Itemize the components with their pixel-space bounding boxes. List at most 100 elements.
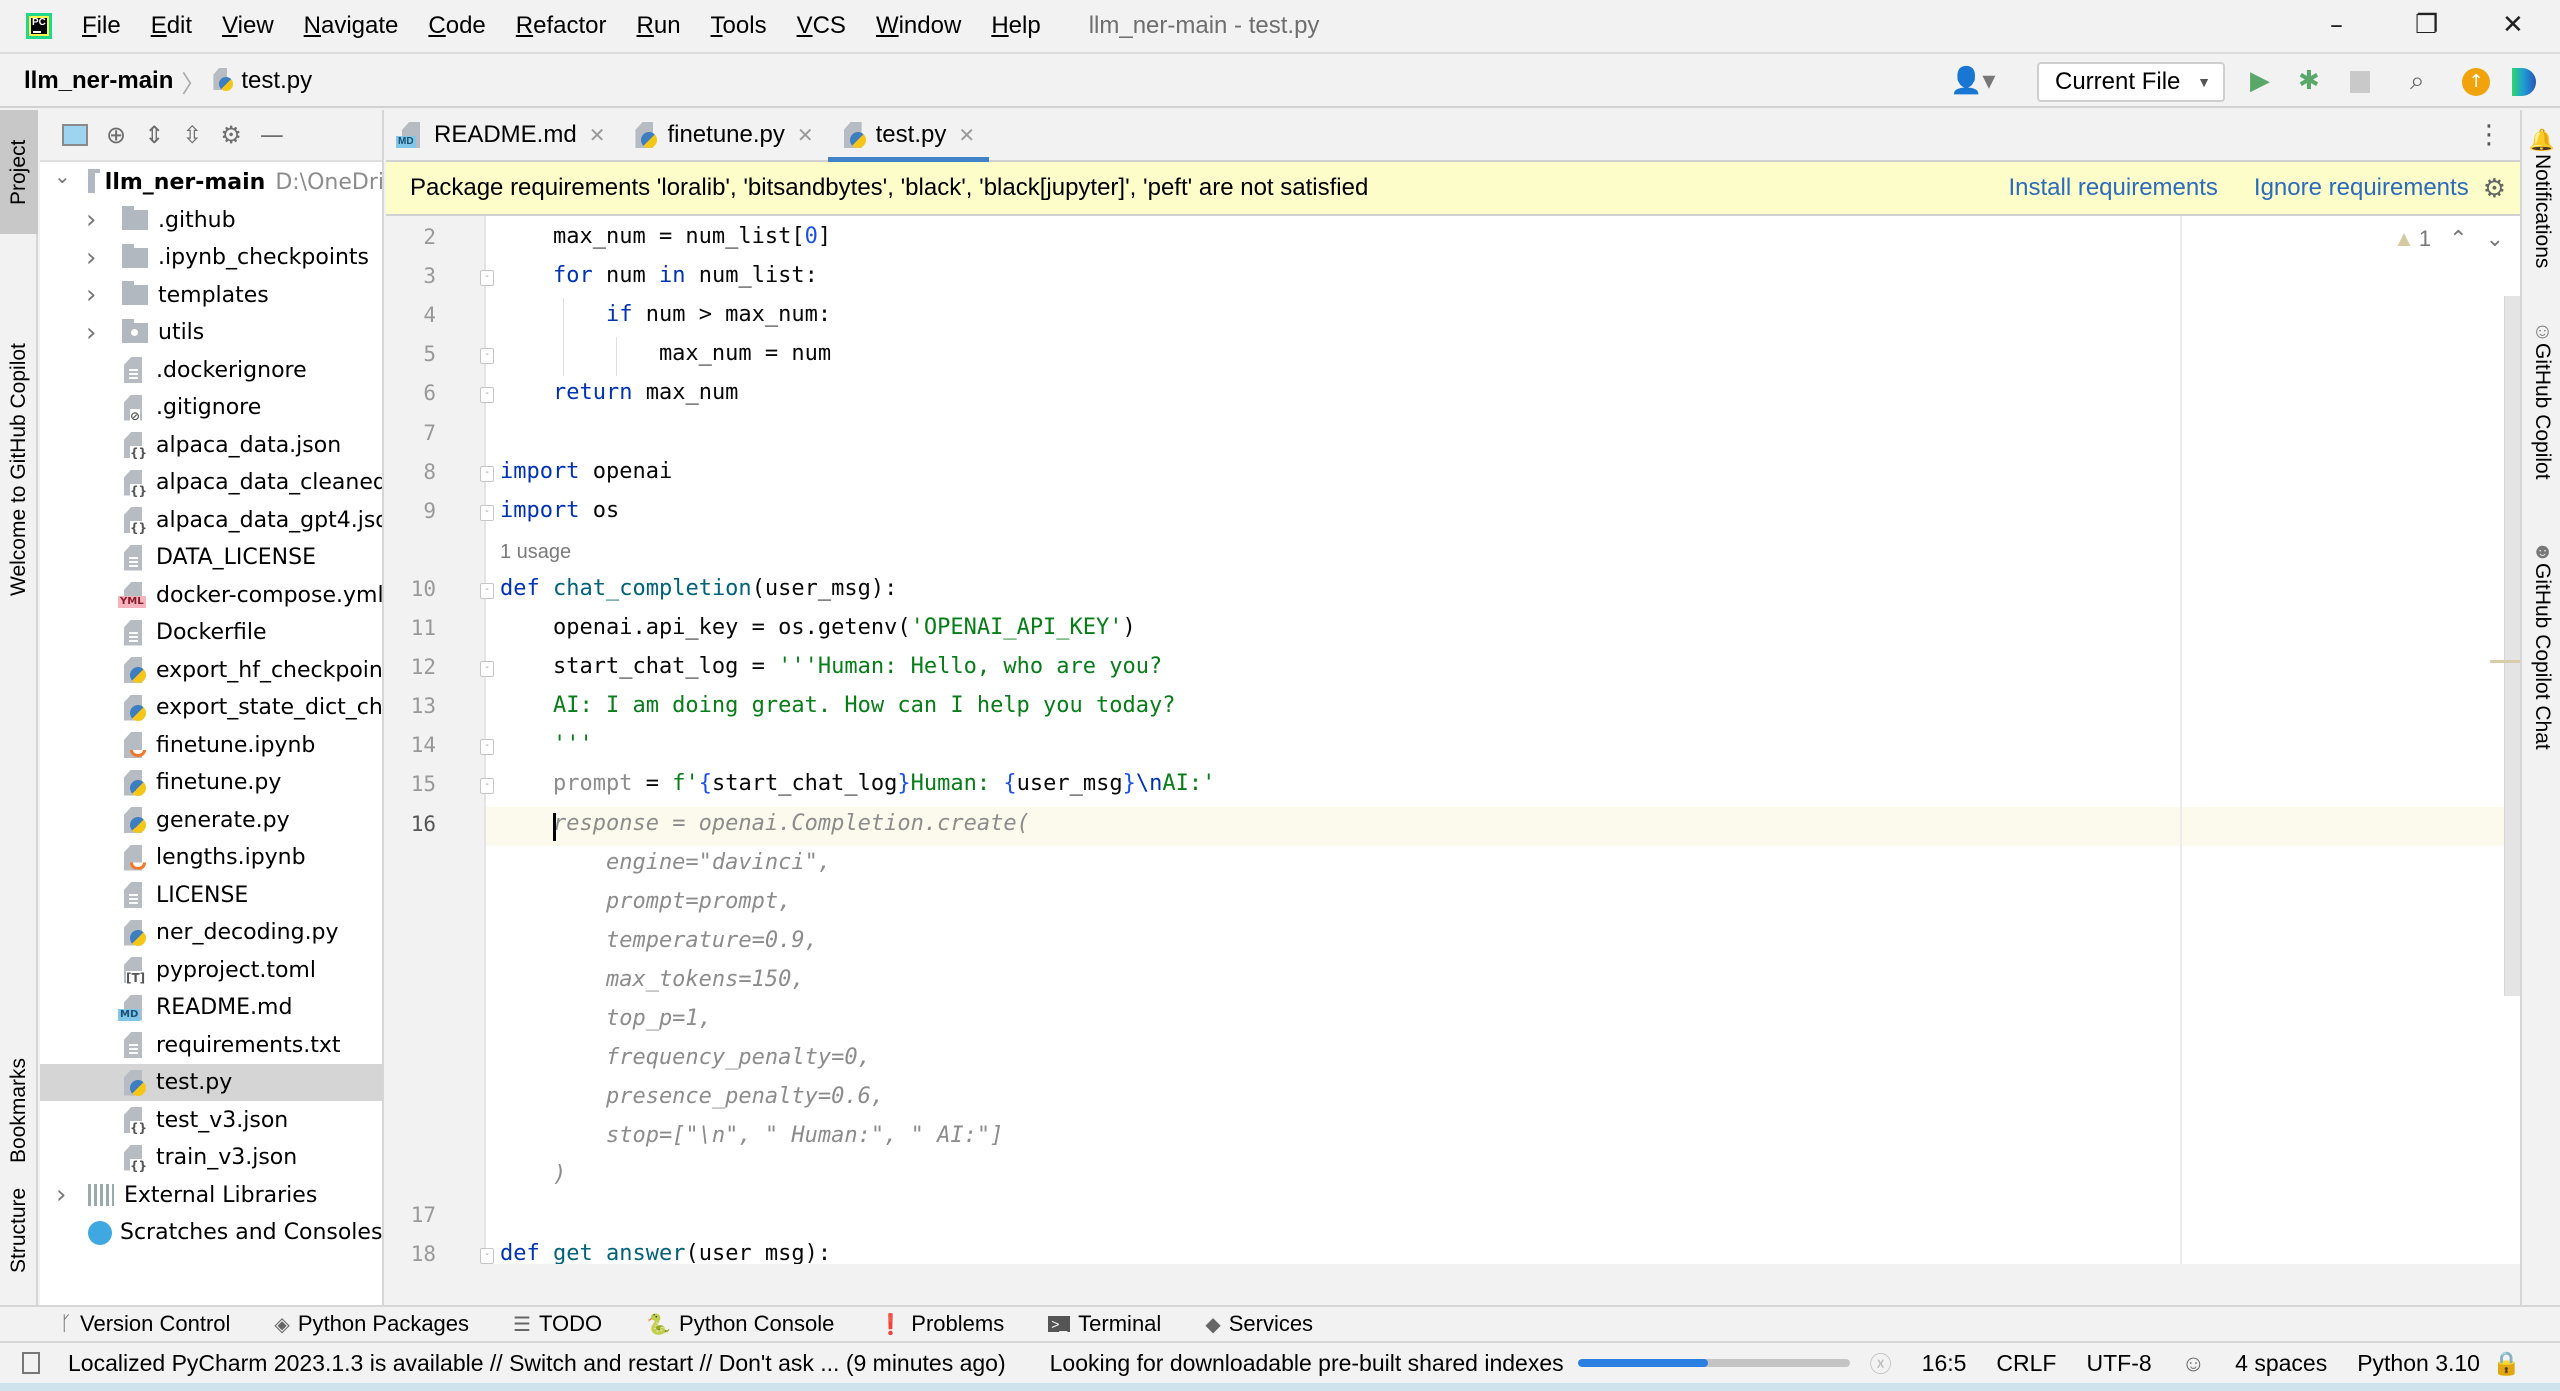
tree-item[interactable]: {} alpaca_data_gpt4.json [40,502,382,539]
tool-tab-structure[interactable]: Structure [0,1155,38,1305]
fold-marker-icon[interactable]: - [480,661,494,678]
menu-edit[interactable]: Edit [151,12,192,40]
jetbrains-ai-icon[interactable] [2512,68,2536,96]
search-icon[interactable]: ⌕ [2410,66,2425,97]
tree-item[interactable]: LICENSE [40,877,382,914]
tree-item[interactable]: › .ipynb_checkpoints [40,239,382,276]
menu-file[interactable]: File [82,12,121,40]
caret-position[interactable]: 16:5 [1922,1350,1967,1377]
ignore-requirements-link[interactable]: Ignore requirements [2254,174,2469,202]
tree-root[interactable]: ⌄ llm_ner-main D:\OneDri [40,164,382,201]
tool-problems[interactable]: ❗ Problems [878,1311,1004,1337]
toggle-tool-windows-icon[interactable] [22,1352,40,1374]
run-configuration-dropdown[interactable]: Current File ▼ [2037,62,2225,102]
chevron-right-icon[interactable]: › [86,318,96,348]
tree-item[interactable]: export_state_dict_chec [40,689,382,726]
fold-marker-icon[interactable]: - [480,387,494,404]
fold-marker-icon[interactable]: - [480,739,494,756]
file-encoding[interactable]: UTF-8 [2086,1350,2151,1377]
previous-highlight-icon[interactable]: ⌃ [2449,226,2467,252]
install-requirements-link[interactable]: Install requirements [2008,174,2217,202]
background-task-label[interactable]: Looking for downloadable pre-built share… [1050,1350,1564,1377]
minimize-button[interactable]: – [2330,10,2343,40]
chevron-down-icon[interactable]: ⌄ [54,164,71,188]
tree-item[interactable]: generate.py [40,802,382,839]
tool-todo[interactable]: ☰ TODO [513,1311,602,1337]
chevron-right-icon[interactable]: › [56,1180,66,1210]
chevron-right-icon[interactable]: › [86,205,96,235]
fold-marker-icon[interactable]: - [480,778,494,795]
run-icon[interactable]: ▶ [2250,66,2270,96]
tree-item[interactable]: DATA_LICENSE [40,539,382,576]
tool-terminal[interactable]: >_ Terminal [1048,1311,1161,1337]
expand-all-icon[interactable]: ⇕ [144,121,164,149]
banner-settings-gear-icon[interactable]: ⚙ [2483,173,2506,204]
next-highlight-icon[interactable]: ⌄ [2486,226,2504,252]
close-tab-icon[interactable]: ✕ [797,123,814,148]
tool-services[interactable]: ◆ Services [1205,1311,1313,1337]
tree-item[interactable]: export_hf_checkpoint. [40,652,382,689]
tree-item[interactable]: ⊘ .gitignore [40,389,382,426]
lock-icon[interactable]: 🔒 [2492,1350,2521,1377]
copilot-status-icon[interactable]: ☺ [2182,1350,2205,1377]
fold-marker-icon[interactable]: - [480,582,494,599]
tree-item[interactable]: [T] pyproject.toml [40,952,382,989]
tool-tab-github-copilot-welcome[interactable]: Welcome to GitHub Copilot [0,260,38,680]
menu-help[interactable]: Help [991,12,1040,40]
tree-item[interactable]: {} alpaca_data.json [40,427,382,464]
chevron-right-icon[interactable]: › [86,243,96,273]
more-tabs-icon[interactable]: ⋮ [2476,120,2502,150]
tool-tab-github-copilot-chat[interactable]: ☻ GitHub Copilot Chat [2522,540,2560,870]
usage-hint[interactable]: 1 usage [500,541,571,564]
settings-gear-icon[interactable]: ⚙ [220,121,242,149]
menu-navigate[interactable]: Navigate [304,12,399,40]
update-icon[interactable]: ↑ [2462,68,2490,96]
tree-item[interactable]: {} train_v3.json [40,1139,382,1176]
tree-item[interactable]: test.py [40,1064,382,1101]
menu-code[interactable]: Code [428,12,485,40]
menu-refactor[interactable]: Refactor [516,12,607,40]
tool-version-control[interactable]: ᚴ Version Control [60,1311,230,1337]
tree-scratches[interactable]: Scratches and Consoles [40,1214,382,1251]
tree-item[interactable]: requirements.txt [40,1027,382,1064]
code-editor[interactable]: 2 3 4 5 6 7 8 9 10 11 12 13 14 15 16 17 18 max_num = num… [386,216,2520,1264]
tree-item[interactable]: MD README.md [40,989,382,1026]
menu-view[interactable]: View [222,12,274,40]
tree-item[interactable]: › templates [40,277,382,314]
close-window-button[interactable]: ✕ [2502,10,2524,40]
menu-vcs[interactable]: VCS [797,12,846,40]
tree-item[interactable]: ner_decoding.py [40,914,382,951]
tree-item[interactable]: Dockerfile [40,614,382,651]
fold-marker-icon[interactable]: - [480,504,494,521]
tab-test-py[interactable]: test.py ✕ [827,110,990,162]
python-interpreter[interactable]: Python 3.10 [2357,1350,2480,1377]
tree-item[interactable]: {} test_v3.json [40,1102,382,1139]
tree-item[interactable]: › utils [40,314,382,351]
cancel-task-icon[interactable]: ⓧ [1870,1347,1892,1379]
tree-item[interactable]: YML docker-compose.yml [40,577,382,614]
menu-window[interactable]: Window [876,12,961,40]
breadcrumb-file[interactable]: test.py [241,67,312,95]
select-opened-file-icon[interactable]: ⊕ [106,121,126,149]
menu-tools[interactable]: Tools [711,12,767,40]
view-mode-icon[interactable] [62,124,88,146]
tree-item[interactable]: {} alpaca_data_cleaned_a [40,464,382,501]
fold-marker-icon[interactable]: - [480,1247,494,1264]
chevron-right-icon[interactable]: › [86,280,96,310]
tree-item[interactable]: lengths.ipynb [40,839,382,876]
tree-item[interactable]: › .github [40,202,382,239]
tool-tab-notifications[interactable]: 🔔 Notifications [2522,128,2560,308]
inspection-widget[interactable]: ▲ 1 ⌃ ⌄ [2393,226,2504,252]
tree-external-libraries[interactable]: › External Libraries [40,1177,382,1214]
tree-item[interactable]: finetune.ipynb [40,727,382,764]
breadcrumb-project[interactable]: llm_ner-main [24,67,173,95]
tab-finetune-py[interactable]: finetune.py ✕ [619,110,827,160]
indent-setting[interactable]: 4 spaces [2235,1350,2327,1377]
restore-button[interactable]: ❐ [2415,10,2438,40]
debug-icon[interactable]: ✱ [2298,66,2320,96]
user-icon[interactable]: 👤▾ [1950,66,1995,96]
vertical-scrollbar[interactable] [2504,296,2520,996]
hide-panel-icon[interactable]: — [260,121,284,149]
stop-icon[interactable] [2350,71,2370,93]
line-separator[interactable]: CRLF [1996,1350,2056,1377]
